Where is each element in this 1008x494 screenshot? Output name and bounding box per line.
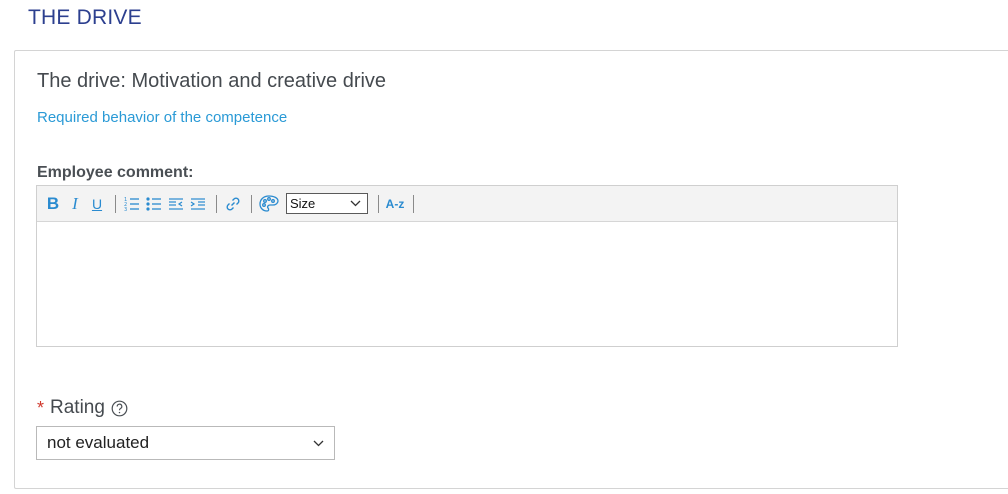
- rating-selected-value: not evaluated: [47, 433, 150, 452]
- indent-button[interactable]: [188, 192, 208, 216]
- rating-label-row: * Rating: [37, 397, 128, 419]
- section-title: THE DRIVE: [28, 6, 142, 29]
- editor-toolbar: B I U 1 2 3 Size A-z: [37, 186, 897, 222]
- bulleted-list-button[interactable]: [144, 192, 164, 216]
- employee-comment-label: Employee comment:: [37, 164, 194, 181]
- underline-button[interactable]: U: [87, 192, 107, 216]
- numbered-list-button[interactable]: 1 2 3: [122, 192, 142, 216]
- palette-icon: [259, 194, 279, 212]
- spell-check-button[interactable]: A-z: [385, 192, 405, 216]
- toolbar-separator: [115, 194, 116, 213]
- font-size-select[interactable]: Size: [286, 193, 368, 214]
- text-color-button[interactable]: [258, 192, 280, 216]
- rating-label: Rating: [50, 397, 105, 418]
- employee-comment-textarea[interactable]: [37, 222, 897, 346]
- numbered-list-icon: 1 2 3: [124, 197, 139, 213]
- rich-text-editor: B I U 1 2 3 Size A-z: [36, 185, 898, 347]
- link-button[interactable]: [223, 192, 243, 216]
- toolbar-separator: [378, 194, 379, 213]
- chevron-down-icon: [350, 200, 361, 207]
- bold-button[interactable]: B: [43, 192, 63, 216]
- outdent-icon: [169, 197, 183, 210]
- help-icon[interactable]: [111, 400, 128, 417]
- toolbar-separator: [413, 194, 414, 213]
- italic-button[interactable]: I: [65, 192, 85, 216]
- rating-dropdown[interactable]: not evaluated: [36, 426, 335, 460]
- indent-icon: [190, 197, 205, 210]
- competency-title: The drive: Motivation and creative drive: [37, 70, 387, 92]
- outdent-button[interactable]: [166, 192, 186, 216]
- bulleted-list-icon: [146, 196, 161, 211]
- svg-text:3: 3: [124, 207, 127, 213]
- required-marker: *: [37, 397, 45, 418]
- font-size-select-label: Size: [290, 196, 316, 211]
- toolbar-separator: [216, 194, 217, 213]
- required-behavior-link[interactable]: Required behavior of the competence: [37, 109, 287, 126]
- toolbar-separator: [251, 194, 252, 213]
- link-icon: [226, 196, 240, 211]
- chevron-down-icon: [313, 440, 324, 446]
- competency-card: The drive: Motivation and creative drive…: [14, 50, 1008, 489]
